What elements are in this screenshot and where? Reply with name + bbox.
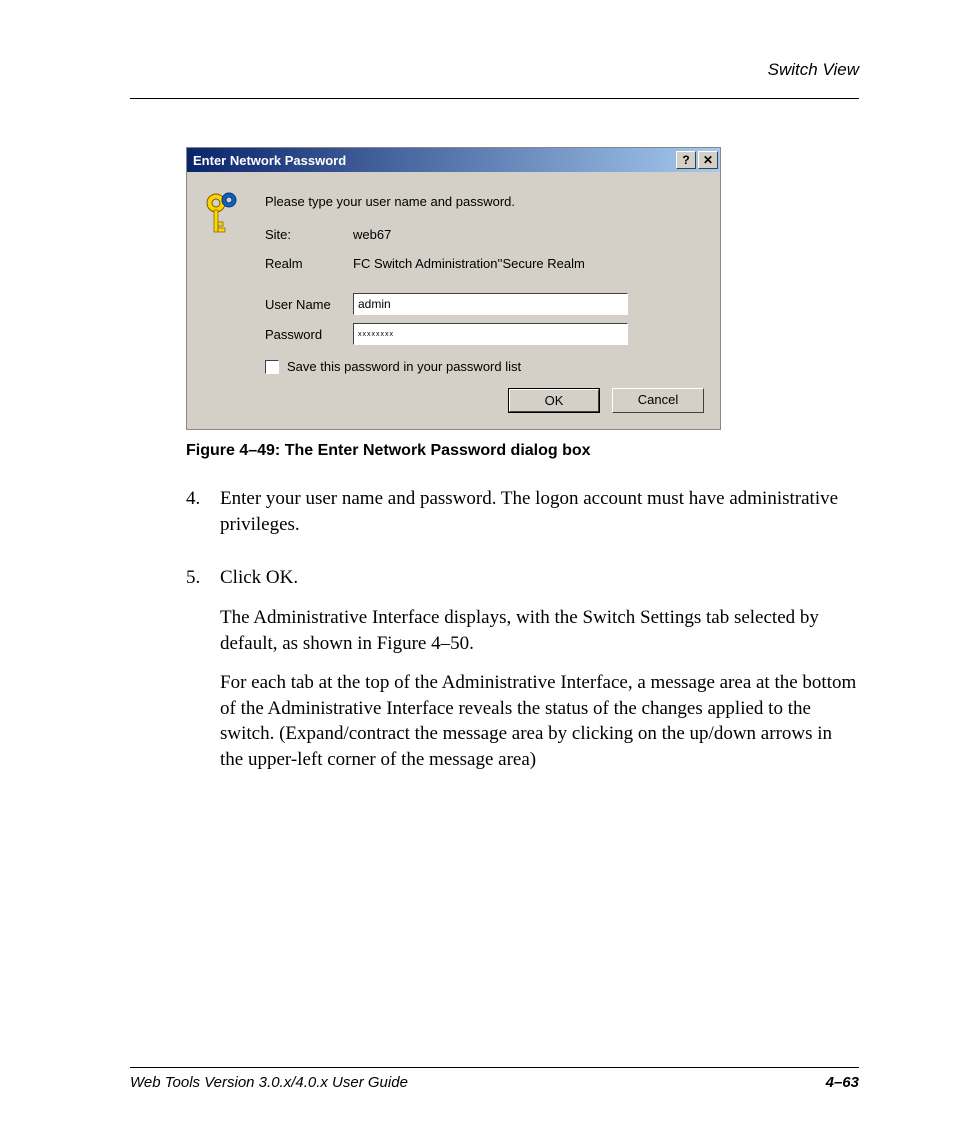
section-header: Switch View (130, 60, 859, 80)
step-5: 5. Click OK. The Administrative Interfac… (186, 565, 859, 786)
enter-network-password-dialog: Enter Network Password ? ✕ (186, 147, 721, 430)
header-rule (130, 98, 859, 99)
ok-button-label: OK (509, 389, 599, 412)
figure-caption: Figure 4–49: The Enter Network Password … (186, 442, 859, 460)
step-4: 4. Enter your user name and password. Th… (186, 486, 859, 551)
close-button[interactable]: ✕ (698, 151, 718, 169)
site-label: Site: (265, 227, 353, 242)
dialog-titlebar: Enter Network Password ? ✕ (187, 148, 720, 172)
realm-label: Realm (265, 256, 353, 271)
step-5-text: Click OK. (220, 565, 859, 591)
realm-value: FC Switch Administration''Secure Realm (353, 256, 704, 271)
step-5-para-2: For each tab at the top of the Administr… (220, 670, 859, 773)
password-input[interactable] (353, 323, 628, 345)
cancel-button[interactable]: Cancel (612, 388, 704, 413)
step-5-para-1: The Administrative Interface displays, w… (220, 605, 859, 656)
username-label: User Name (265, 297, 353, 312)
step-4-number: 4. (186, 486, 220, 551)
footer-guide-title: Web Tools Version 3.0.x/4.0.x User Guide (130, 1074, 408, 1091)
prompt-text: Please type your user name and password. (265, 194, 704, 209)
dialog-title: Enter Network Password (193, 153, 346, 168)
password-label: Password (265, 327, 353, 342)
site-value: web67 (353, 227, 704, 242)
footer-page-number: 4–63 (826, 1074, 859, 1091)
page-footer: Web Tools Version 3.0.x/4.0.x User Guide… (130, 1067, 859, 1091)
step-4-text: Enter your user name and password. The l… (220, 486, 859, 537)
save-password-label: Save this password in your password list (287, 359, 521, 374)
ok-button[interactable]: OK (508, 388, 600, 413)
username-input[interactable] (353, 293, 628, 315)
help-button[interactable]: ? (676, 151, 696, 169)
key-icon (203, 192, 243, 243)
step-5-number: 5. (186, 565, 220, 786)
save-password-checkbox[interactable] (265, 360, 279, 374)
